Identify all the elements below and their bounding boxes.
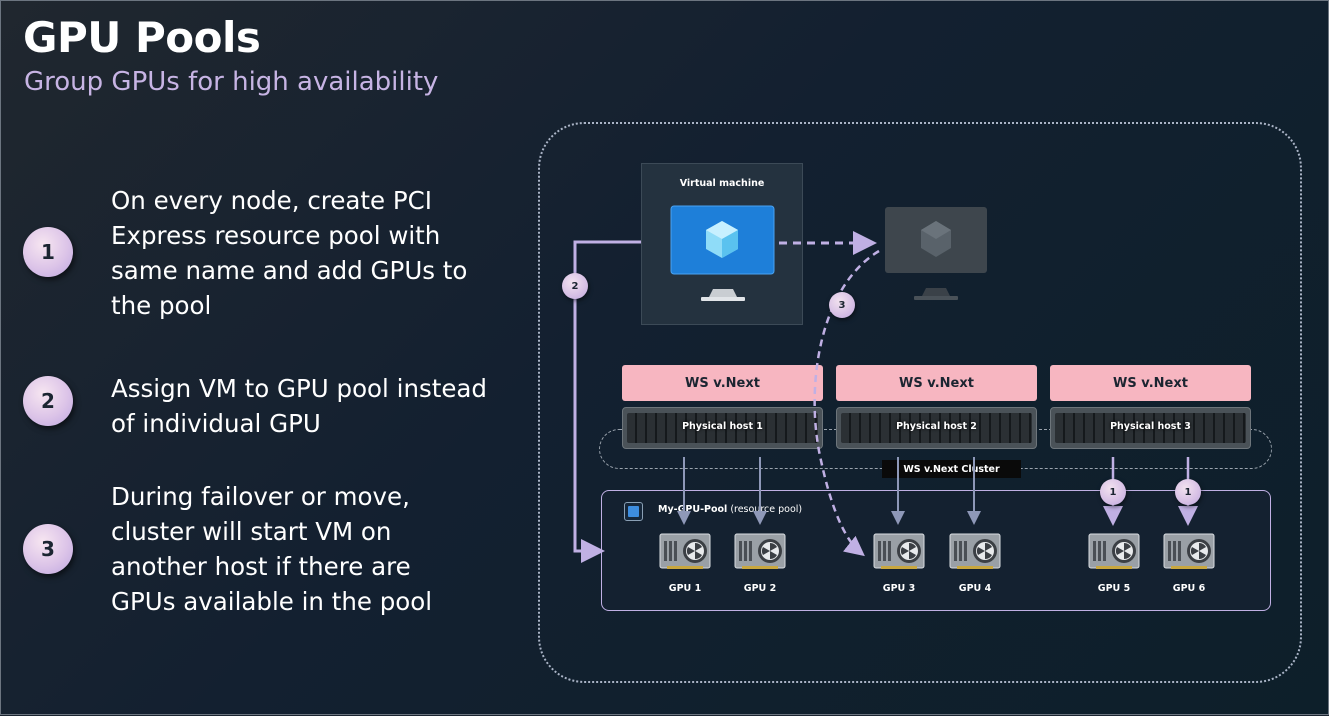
gpu-6-label: GPU 6 — [1172, 583, 1206, 594]
vm-monitor-icon — [670, 205, 775, 301]
gpu-card-icon — [949, 533, 1001, 569]
gpu-5-label: GPU 5 — [1097, 583, 1131, 594]
gpu-card-icon — [1088, 533, 1140, 569]
gpu-card-icon — [659, 533, 711, 569]
gpu-card-icon — [734, 533, 786, 569]
add-gpu-5-marker: 1 — [1100, 479, 1126, 505]
add-gpu-6-marker: 1 — [1175, 479, 1201, 505]
gpu-1-label: GPU 1 — [668, 583, 702, 594]
slide-canvas: GPU Pools Group GPUs for high availabili… — [0, 0, 1329, 715]
gpu-4-label: GPU 4 — [958, 583, 992, 594]
gpu-card-icon — [873, 533, 925, 569]
ghost-vm-monitor-icon — [885, 207, 987, 300]
gpu-2-label: GPU 2 — [743, 583, 777, 594]
assign-marker: 2 — [562, 273, 588, 299]
gpu-3-label: GPU 3 — [882, 583, 916, 594]
diagram-connectors — [573, 205, 1198, 563]
gpu-card-icon — [1163, 533, 1215, 569]
move-marker: 3 — [829, 292, 855, 318]
